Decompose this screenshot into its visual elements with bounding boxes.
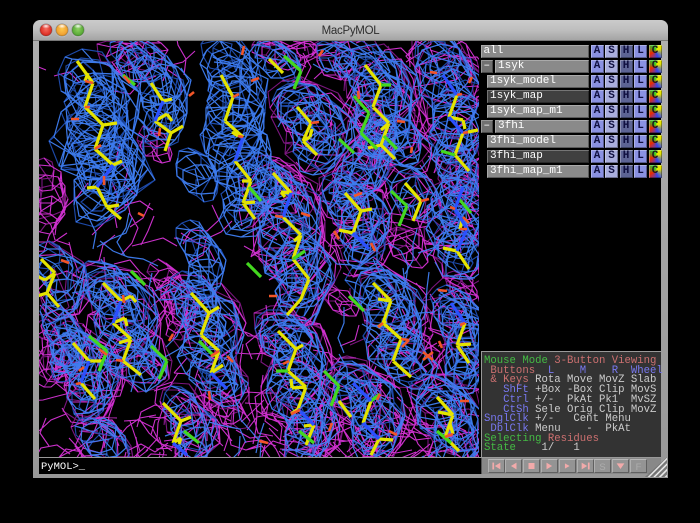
svg-text:F: F [636, 461, 642, 472]
svg-text:S: S [600, 461, 606, 472]
